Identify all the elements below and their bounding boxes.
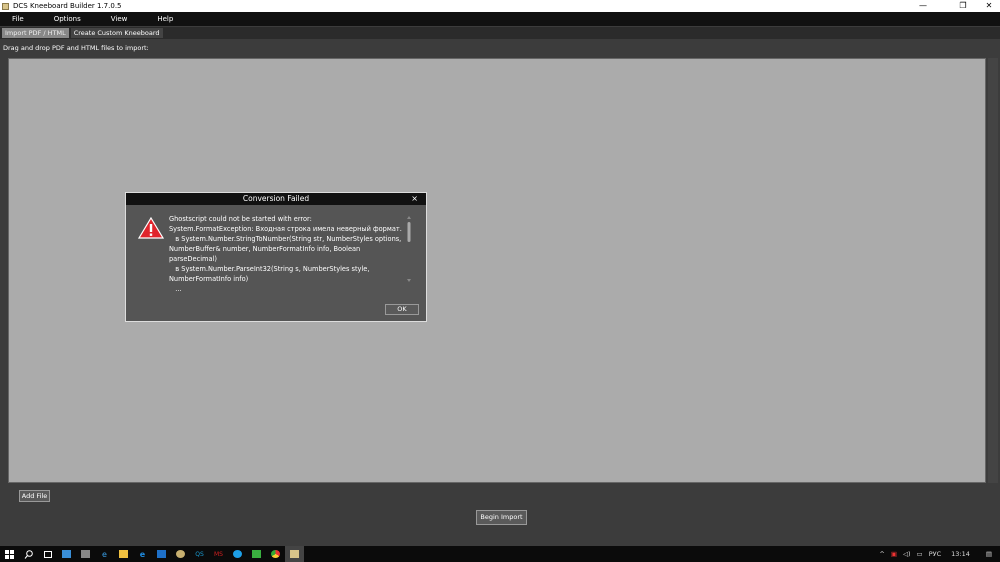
info-icon[interactable] [228, 546, 247, 562]
menu-view[interactable]: View [111, 15, 128, 23]
edge-icon[interactable]: e [133, 546, 152, 562]
minimize-button[interactable]: — [912, 0, 934, 12]
dialog-close-button[interactable]: × [411, 193, 418, 205]
app-icon[interactable] [76, 546, 95, 562]
add-file-button[interactable]: Add File [19, 490, 50, 502]
chevron-up-icon[interactable]: ^ [879, 550, 884, 558]
kneeboard-icon[interactable] [285, 546, 304, 562]
dialog-title: Conversion Failed [126, 193, 426, 205]
conversion-failed-dialog: Conversion Failed × Ghostscript could no… [125, 192, 427, 322]
title-bar: DCS Kneeboard Builder 1.7.0.5 — ❐ ✕ [0, 0, 1000, 12]
green-app-icon[interactable] [247, 546, 266, 562]
begin-import-button[interactable]: Begin Import [476, 510, 527, 525]
taskbar: e e QS MS [0, 546, 1000, 562]
language-indicator[interactable]: РУС [929, 550, 941, 558]
menu-file[interactable]: File [12, 15, 24, 23]
outlook-icon[interactable] [152, 546, 171, 562]
scrollbar[interactable] [988, 58, 998, 483]
ie-icon[interactable]: e [95, 546, 114, 562]
system-tray: ^ ▣ ◁) ▭ РУС 13:14 ▤ [879, 546, 1000, 562]
app-icon [2, 2, 9, 10]
menu-help[interactable]: Help [157, 15, 173, 23]
ok-button[interactable]: OK [385, 304, 419, 315]
drop-hint: Drag and drop PDF and HTML files to impo… [3, 44, 149, 52]
chrome-icon[interactable] [266, 546, 285, 562]
menu-options[interactable]: Options [54, 15, 81, 23]
tab-import-pdf-html[interactable]: Import PDF / HTML [2, 28, 69, 38]
start-icon[interactable] [0, 546, 19, 562]
volume-icon[interactable]: ◁) [903, 550, 911, 558]
qs-icon[interactable]: QS [190, 546, 209, 562]
explorer-icon[interactable] [114, 546, 133, 562]
mail-icon[interactable] [57, 546, 76, 562]
search-icon[interactable] [19, 546, 38, 562]
network-error-icon[interactable]: ▣ [891, 550, 897, 558]
tab-create-custom-kneeboard[interactable]: Create Custom Kneeboard [70, 28, 163, 38]
window-title: DCS Kneeboard Builder 1.7.0.5 [13, 2, 122, 10]
warning-icon [138, 217, 164, 239]
restore-button[interactable]: ❐ [952, 0, 974, 12]
close-button[interactable]: ✕ [978, 0, 1000, 12]
task-view-icon[interactable] [38, 546, 57, 562]
tab-bar: Import PDF / HTML Create Custom Kneeboar… [0, 27, 1000, 39]
error-message: Ghostscript could not be started with er… [169, 215, 402, 293]
menu-bar: File Options View Help [0, 12, 1000, 26]
app2-icon[interactable] [171, 546, 190, 562]
notifications-icon[interactable]: ▤ [986, 550, 992, 558]
mc-icon[interactable]: MS [209, 546, 228, 562]
message-scrollbar[interactable] [406, 215, 412, 283]
display-icon[interactable]: ▭ [917, 550, 923, 558]
clock[interactable]: 13:14 [951, 550, 970, 558]
